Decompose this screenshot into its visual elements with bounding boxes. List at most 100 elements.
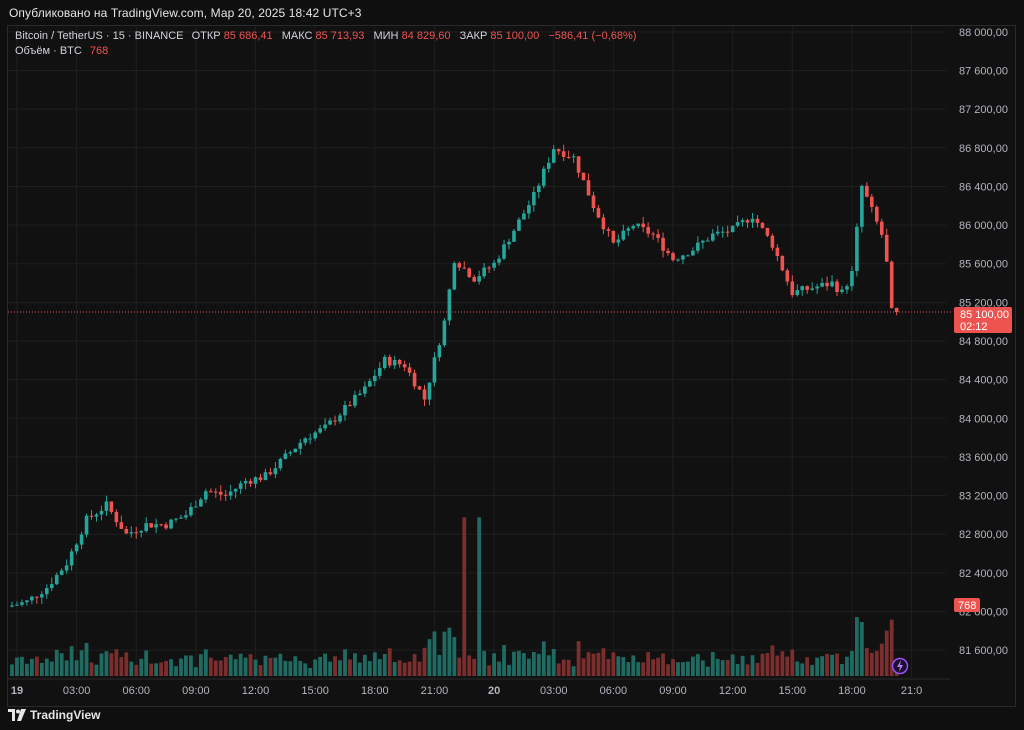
candle-body	[119, 522, 124, 529]
time-tick-label: 09:00	[182, 685, 210, 697]
candle-body	[671, 253, 675, 261]
volume-bar	[407, 661, 412, 676]
volume-bar	[109, 653, 114, 676]
candle-body	[99, 510, 104, 515]
volume-bar	[412, 654, 417, 676]
candle-body	[556, 149, 561, 152]
volume-bar	[457, 657, 462, 676]
candle-body	[825, 282, 829, 287]
candle-body	[527, 205, 531, 214]
volume-bar	[432, 631, 437, 676]
footer-brand[interactable]: TradingView	[8, 708, 100, 722]
volume-bar	[830, 654, 834, 676]
candle-body	[59, 570, 64, 575]
volume-bar	[541, 641, 546, 676]
candle-body	[870, 196, 874, 207]
candle-body	[701, 240, 705, 243]
volume-bar	[268, 657, 273, 676]
candle-body	[874, 206, 879, 222]
volume-bar	[631, 655, 636, 676]
candle-body	[129, 532, 134, 534]
candle-body	[631, 226, 636, 229]
candle-body	[169, 519, 173, 529]
volume-bar	[44, 658, 49, 676]
candle-body	[725, 231, 730, 233]
candle-body	[785, 270, 790, 282]
candle-body	[368, 381, 372, 387]
volume-bar	[333, 656, 337, 676]
price-tick-label: 83 600,00	[959, 452, 1008, 464]
price-tick-label: 86 400,00	[959, 181, 1008, 193]
candlestick-chart[interactable]: 88 000,00 87 600,00 87 200,00 86 800,00 86 4…	[0, 0, 1024, 730]
candle-body	[343, 404, 347, 416]
volume-bars	[10, 517, 899, 676]
volume-bar	[591, 653, 596, 676]
candle-body	[775, 247, 780, 257]
candle-body	[805, 286, 809, 290]
volume-bar	[864, 648, 869, 676]
volume-bar	[382, 653, 387, 676]
volume-bar	[681, 662, 685, 676]
lightning-icon[interactable]	[891, 657, 909, 675]
candle-body	[353, 394, 357, 406]
volume-bar	[159, 662, 163, 676]
volume-bar	[487, 665, 492, 676]
volume-bar	[303, 663, 308, 676]
candle-body	[512, 230, 516, 242]
volume-bar	[676, 662, 680, 676]
volume-bar	[874, 650, 879, 676]
candle-body	[348, 404, 352, 406]
volume-bar	[437, 654, 442, 676]
time-tick-label: 19	[11, 685, 23, 697]
candle-body	[204, 491, 208, 500]
candle-body	[710, 233, 715, 241]
volume-bar	[641, 662, 646, 676]
candle-body	[10, 605, 14, 607]
candle-body	[522, 213, 526, 220]
volume-bar	[74, 660, 79, 676]
volume-bar	[556, 663, 561, 676]
volume-bar	[566, 659, 571, 676]
volume-bar	[184, 655, 188, 676]
volume-bar	[313, 659, 318, 676]
volume-bar	[715, 658, 720, 676]
volume-bar	[462, 517, 467, 676]
candle-body	[502, 244, 506, 259]
candle-body	[581, 172, 586, 181]
candle-body	[720, 231, 725, 233]
volume-bar	[825, 653, 829, 676]
candle-body	[402, 364, 407, 368]
volume-bar	[835, 653, 839, 676]
candle-body	[601, 217, 606, 230]
volume-bar	[447, 627, 452, 676]
legend-low-label: МИН	[373, 30, 398, 42]
time-tick-label: 06:00	[600, 685, 628, 697]
volume-bar	[427, 639, 432, 676]
volume-bar	[258, 665, 263, 676]
candle-body	[561, 151, 566, 157]
price-tick-label: 83 200,00	[959, 491, 1008, 503]
volume-bar	[526, 658, 531, 676]
volume-bar	[422, 647, 427, 676]
candle-body	[159, 524, 163, 526]
volume-bar	[64, 660, 69, 676]
volume-bar	[705, 666, 710, 676]
time-tick-label: 06:00	[122, 685, 150, 697]
volume-bar	[820, 656, 825, 676]
volume-bar	[417, 661, 422, 676]
volume-bar	[546, 655, 551, 676]
candle-body	[89, 515, 94, 517]
candle-body	[25, 600, 29, 603]
candle-body	[283, 453, 288, 459]
volume-bar	[20, 656, 24, 676]
candle-body	[179, 517, 183, 519]
candle-body	[174, 518, 178, 520]
candle-body	[571, 156, 576, 158]
volume-bar	[144, 650, 149, 676]
time-tick-label: 18:00	[361, 685, 389, 697]
volume-bar	[606, 659, 611, 676]
volume-bar	[735, 663, 740, 676]
candle-body	[278, 458, 283, 469]
volume-bar	[810, 664, 815, 676]
candle-body	[691, 250, 695, 256]
